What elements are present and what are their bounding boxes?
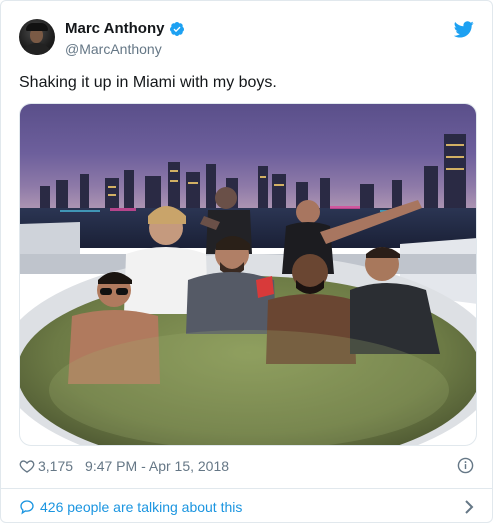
tweet-photo[interactable] [19,103,477,446]
info-icon[interactable] [457,457,474,474]
tweet-header: Marc Anthony @MarcAnthony [19,17,474,61]
divider [1,488,492,489]
photo-illustration [20,104,476,445]
tweet-embed-card: Marc Anthony @MarcAnthony Shaking it up … [0,0,493,523]
conversation-link[interactable]: 426 people are talking about this [19,497,474,517]
author-name-row: Marc Anthony [65,20,185,37]
like-count[interactable]: 3,175 [38,458,73,474]
heart-icon[interactable] [19,458,35,474]
speech-bubble-icon [20,500,34,515]
tweet-text: Shaking it up in Miami with my boys. [19,74,277,91]
author-name[interactable]: Marc Anthony [65,20,164,37]
twitter-bird-icon[interactable] [454,21,474,38]
author-handle[interactable]: @MarcAnthony [65,41,162,57]
talking-count[interactable]: 426 people are talking about this [40,499,242,515]
avatar[interactable] [19,19,55,55]
tweet-meta: 3,175 9:47 PM - Apr 15, 2018 [19,456,474,476]
verified-badge-icon [170,21,185,36]
chevron-right-icon[interactable] [464,500,474,514]
tweet-timestamp[interactable]: 9:47 PM - Apr 15, 2018 [85,458,229,474]
